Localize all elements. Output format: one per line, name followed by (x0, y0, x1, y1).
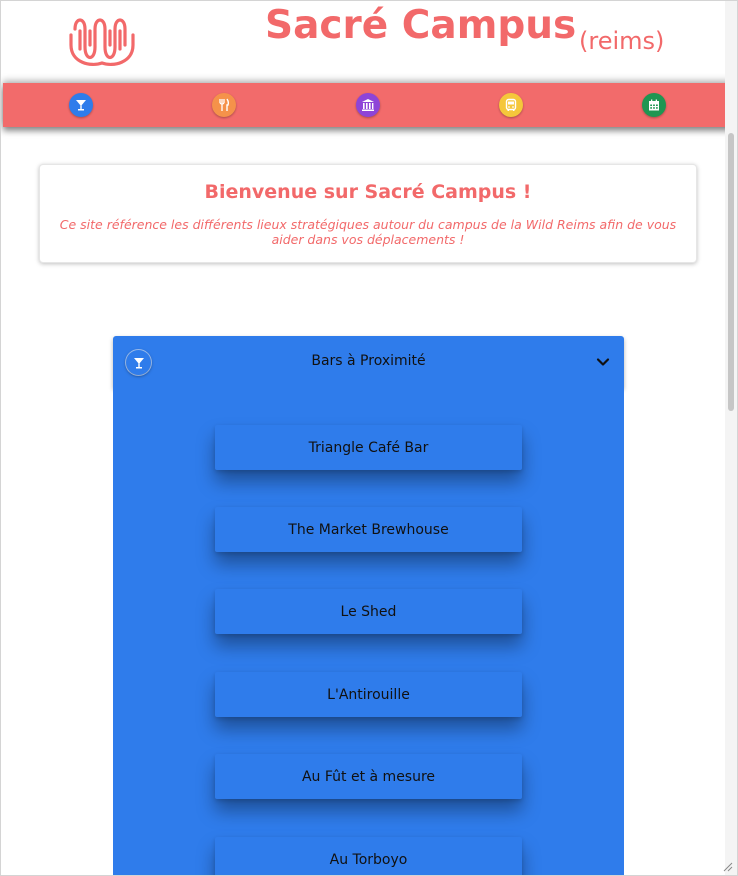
header: Sacré Campus (reims) (1, 1, 725, 81)
accordion-title: Bars à Proximité (311, 353, 426, 369)
welcome-heading: Bienvenue sur Sacré Campus ! (204, 181, 532, 203)
list-item[interactable]: L'Antirouille (215, 672, 522, 717)
chevron-down-icon[interactable] (596, 355, 610, 369)
nav-culture-button[interactable] (356, 93, 380, 117)
site-title: Sacré Campus (265, 3, 577, 48)
list-item[interactable]: Au Torboyo (215, 837, 522, 875)
fork-knife-icon (219, 98, 230, 111)
scrollbar-thumb[interactable] (728, 133, 734, 411)
nav-transport-button[interactable] (499, 93, 523, 117)
nav-restaurants-button[interactable] (212, 93, 236, 117)
list-item[interactable]: The Market Brewhouse (215, 507, 522, 552)
list-item[interactable]: Le Shed (215, 589, 522, 634)
museum-icon (362, 99, 374, 111)
scrollbar[interactable] (725, 1, 737, 875)
logo[interactable] (69, 15, 135, 67)
bus-icon (505, 98, 517, 111)
nav-events-button[interactable] (642, 93, 666, 117)
bars-accordion-header[interactable]: Bars à Proximité (113, 336, 624, 388)
welcome-text: Ce site référence les différents lieux s… (59, 217, 677, 247)
welcome-card: Bienvenue sur Sacré Campus ! Ce site réf… (39, 164, 697, 263)
page: Sacré Campus (reims) Bienvenue sur Sacré… (0, 0, 738, 876)
resize-grip-icon[interactable] (721, 860, 733, 872)
cocktail-icon (76, 100, 86, 111)
calendar-icon (649, 99, 659, 111)
nav-bars-button[interactable] (69, 93, 93, 117)
list-item[interactable]: Au Fût et à mesure (215, 754, 522, 799)
category-navbar (3, 83, 735, 127)
bars-accordion-body: Triangle Café Bar The Market Brewhouse L… (113, 388, 624, 875)
list-item[interactable]: Triangle Café Bar (215, 425, 522, 470)
site-subtitle: (reims) (579, 27, 665, 55)
